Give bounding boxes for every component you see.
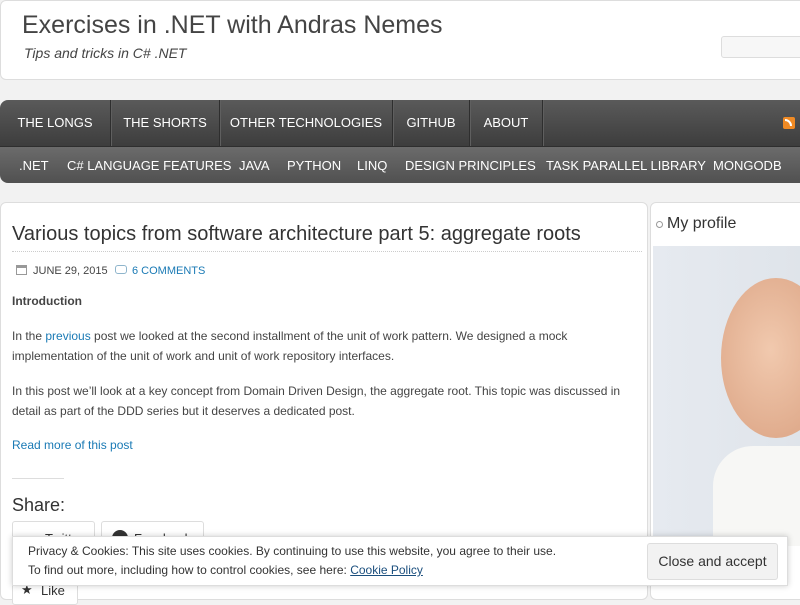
category-dotnet[interactable]: .NET [19,147,49,183]
profile-photo-shirt [713,446,800,546]
nav-item-other-technologies[interactable]: OTHER TECHNOLOGIES [220,100,393,146]
read-more-link[interactable]: Read more of this post [12,438,133,452]
title-divider [12,251,642,252]
post-paragraph: In the previous post we looked at the se… [12,326,632,366]
widget-bullet-icon [656,221,663,228]
profile-photo-face [721,278,800,438]
rss-icon[interactable] [783,117,795,129]
comment-icon [115,265,127,274]
category-task-parallel-library[interactable]: TASK PARALLEL LIBRARY [546,147,706,183]
cookie-text-line2: To find out more, including how to contr… [28,563,423,577]
section-heading: Introduction [12,294,82,308]
post-paragraph: In this post we’ll look at a key concept… [12,384,621,418]
post-date: JUNE 29, 2015 [33,265,108,277]
primary-menu: THE LONGS THE SHORTS OTHER TECHNOLOGIES … [0,100,800,146]
main-navigation: THE LONGS THE SHORTS OTHER TECHNOLOGIES … [0,100,800,183]
comments-link[interactable]: 6 COMMENTS [132,265,205,277]
paragraph-text: post we looked at the second installment… [12,329,568,363]
category-linq[interactable]: LINQ [357,147,387,183]
close-and-accept-button[interactable]: Close and accept [647,543,778,580]
category-java[interactable]: JAVA [239,147,270,183]
paragraph-text: In the [12,329,46,343]
search-input[interactable] [721,36,800,58]
nav-item-github[interactable]: GITHUB [393,100,470,146]
cookie-banner: Privacy & Cookies: This site uses cookie… [12,536,788,586]
cookie-policy-link[interactable]: Cookie Policy [350,563,423,577]
nav-item-about[interactable]: ABOUT [470,100,543,146]
category-mongodb[interactable]: MONGODB [713,147,782,183]
previous-post-link[interactable]: previous [45,329,90,343]
category-python[interactable]: PYTHON [287,147,341,183]
calendar-icon [16,265,27,275]
nav-item-the-longs[interactable]: THE LONGS [0,100,111,146]
cookie-text: Privacy & Cookies: This site uses cookie… [28,544,557,558]
site-description: Tips and tricks in C# .NET [24,45,187,61]
share-heading: Share: [12,495,66,515]
category-csharp-language-features[interactable]: C# LANGUAGE FEATURES [67,147,231,183]
post-title[interactable]: Various topics from software architectur… [12,223,581,246]
site-header: Exercises in .NET with Andras Nemes Tips… [0,0,800,80]
profile-photo [653,246,800,546]
widget-title: My profile [667,215,737,232]
share-divider [12,478,64,479]
category-design-principles[interactable]: DESIGN PRINCIPLES [405,147,536,183]
secondary-menu: .NET C# LANGUAGE FEATURES JAVA PYTHON LI… [0,146,800,183]
nav-item-the-shorts[interactable]: THE SHORTS [111,100,220,146]
site-title[interactable]: Exercises in .NET with Andras Nemes [22,11,443,40]
cookie-text-prefix: To find out more, including how to contr… [28,563,351,577]
